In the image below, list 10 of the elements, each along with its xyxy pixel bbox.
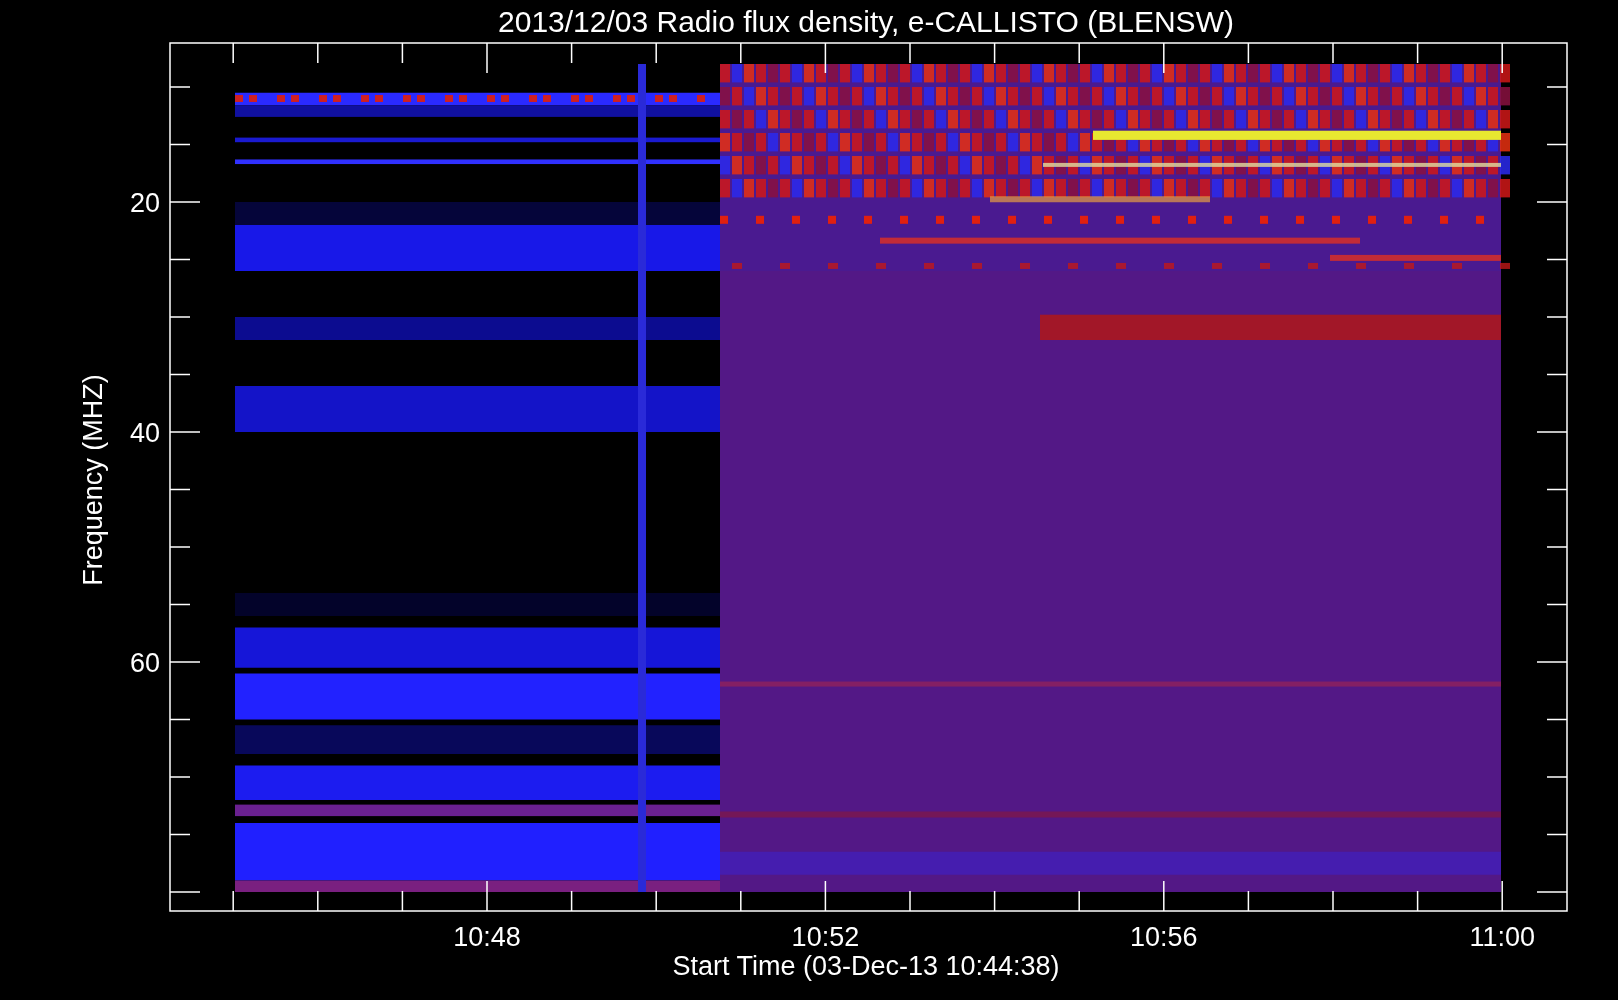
y-axis-label: Frequency (MHZ) (78, 374, 108, 586)
y-tick-label: 20 (129, 188, 160, 218)
y-tick-label: 60 (129, 648, 160, 678)
plot-title: 2013/12/03 Radio flux density, e-CALLISTO (BLENSW) (498, 5, 1234, 38)
x-axis-label: Start Time (03-Dec-13 10:44:38) (672, 951, 1060, 981)
y-tick-label: 40 (129, 418, 160, 448)
x-tick-label: 10:52 (791, 922, 860, 952)
x-tick-label: 11:00 (1469, 922, 1535, 952)
x-tick-label: 10:56 (1130, 922, 1198, 952)
x-tick-label: 10:48 (453, 922, 521, 952)
